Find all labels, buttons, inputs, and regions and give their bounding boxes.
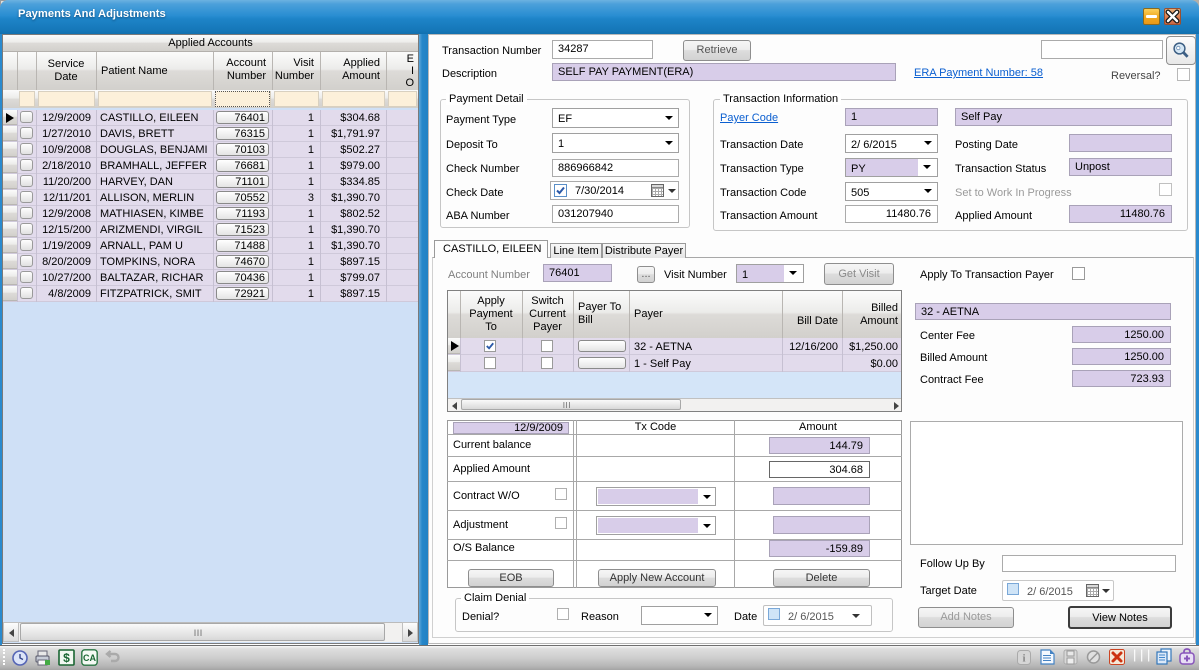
- svg-text:CA: CA: [83, 653, 96, 663]
- svg-text:i: i: [1022, 653, 1025, 665]
- svg-text:$: $: [63, 651, 70, 665]
